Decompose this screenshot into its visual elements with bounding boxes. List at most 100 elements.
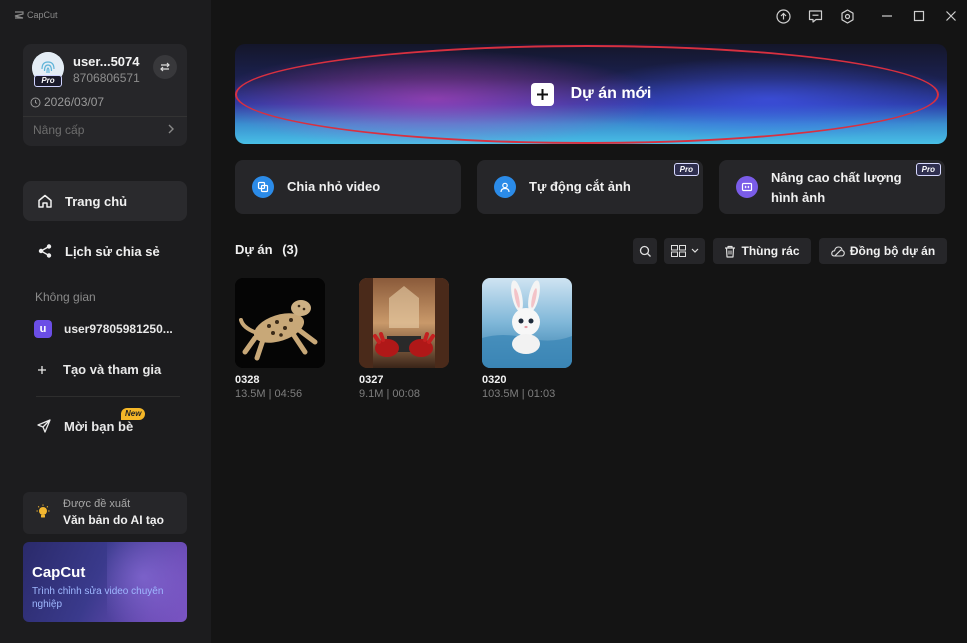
suggest-small-text: Được đề xuất: [63, 498, 131, 510]
white-rabbit-thumbnail-image: [482, 278, 572, 368]
user-space-item[interactable]: u user97805981250...: [34, 318, 194, 340]
project-thumbnail[interactable]: [482, 278, 572, 368]
home-icon: [38, 194, 52, 208]
username: user...5074: [73, 54, 140, 69]
space-section-label: Không gian: [35, 290, 96, 304]
project-meta: 103.5M | 01:03: [482, 388, 556, 400]
nav-home-label: Trang chủ: [65, 193, 128, 209]
auto-cutout-button[interactable]: Tự động cắt ảnh Pro: [477, 160, 703, 214]
project-name: 0328: [235, 374, 260, 386]
pro-badge: Pro: [34, 75, 62, 87]
upgrade-label: Nâng cấp: [33, 123, 85, 137]
capcut-logo-icon: [14, 11, 24, 19]
grid-view-icon: [670, 245, 686, 257]
create-join-space-button[interactable]: Tạo và tham gia: [36, 362, 161, 377]
plus-icon: [536, 88, 548, 100]
app-logo: CapCut: [14, 10, 58, 20]
clock-icon: [30, 97, 41, 107]
expiry-text: 2026/03/07: [44, 95, 105, 109]
swap-icon: [160, 62, 170, 72]
user-id: 8706806571: [73, 71, 140, 85]
projects-count: (3): [282, 242, 299, 257]
close-button[interactable]: [935, 0, 967, 32]
enhance-quality-icon: [736, 176, 758, 198]
search-button[interactable]: [633, 238, 657, 264]
nav-home[interactable]: Trang chủ: [23, 181, 187, 221]
project-card[interactable]: 0320 103.5M | 01:03: [482, 278, 572, 400]
switch-account-button[interactable]: [153, 55, 177, 79]
feedback-icon: [808, 9, 822, 23]
share-icon: [38, 244, 52, 258]
divider: [36, 396, 180, 397]
projects-title: Dự án: [235, 242, 273, 257]
split-video-button[interactable]: Chia nhỏ video: [235, 160, 461, 214]
sync-label: Đồng bộ dự án: [849, 244, 936, 258]
enhance-quality-button[interactable]: Nâng cao chất lượng hình ảnh Pro: [719, 160, 945, 214]
invite-friends-button[interactable]: Mời bạn bè: [36, 418, 133, 434]
capcut-window: CapCut Pro user...5074 8706806571 2026/0…: [0, 0, 967, 643]
minimize-button[interactable]: [871, 0, 903, 32]
project-name: 0327: [359, 374, 384, 386]
view-toggle-button[interactable]: [664, 238, 705, 264]
space-avatar: u: [34, 320, 52, 338]
project-meta: 13.5M | 04:56: [235, 388, 303, 400]
create-join-label: Tạo và tham gia: [63, 362, 162, 377]
search-icon: [639, 245, 651, 257]
new-project-button[interactable]: Dự án mới: [235, 44, 947, 144]
new-badge: New: [121, 408, 146, 420]
gear-icon: [840, 8, 854, 24]
trash-button[interactable]: Thùng rác: [713, 238, 811, 264]
nav-share-history-label: Lịch sử chia sẻ: [65, 243, 160, 259]
window-controls: [767, 0, 967, 32]
suggested-feature-card[interactable]: Được đề xuất Văn bản do AI tạo: [23, 492, 187, 534]
split-video-label: Chia nhỏ video: [287, 179, 381, 194]
auto-cutout-label: Tự động cắt ảnh: [529, 179, 631, 194]
new-project-label: Dự án mới: [570, 85, 652, 102]
sync-projects-button[interactable]: Đồng bộ dự án: [819, 238, 947, 264]
nav-share-history[interactable]: Lịch sử chia sẻ: [23, 231, 187, 271]
new-project-content: Dự án mới: [235, 44, 947, 144]
pro-badge: Pro: [915, 163, 941, 176]
trash-label: Thùng rác: [741, 244, 800, 258]
split-video-icon: [252, 176, 274, 198]
pro-badge: Pro: [673, 163, 699, 176]
plus-box-icon: [530, 82, 554, 106]
leopard-thumbnail-image: [235, 278, 325, 368]
promo-title: CapCut: [32, 564, 86, 581]
expiry-date: 2026/03/07: [30, 95, 104, 109]
enhance-quality-label: Nâng cao chất lượng hình ảnh: [771, 170, 902, 205]
cloud-sync-icon: [831, 245, 845, 257]
promo-banner[interactable]: CapCut Trình chỉnh sửa video chuyên nghi…: [23, 542, 187, 622]
project-thumbnail[interactable]: [359, 278, 449, 368]
upgrade-row[interactable]: Nâng cấp: [23, 116, 187, 141]
plus-icon: [38, 365, 46, 374]
chevron-right-icon: [168, 124, 174, 134]
suggest-title: Văn bản do AI tạo: [63, 513, 164, 527]
send-icon: [37, 419, 51, 433]
project-thumbnail[interactable]: [235, 278, 325, 368]
project-card[interactable]: 0328 13.5M | 04:56: [235, 278, 325, 400]
projects-heading: Dự án (3): [235, 242, 298, 257]
project-card[interactable]: 0327 9.1M | 00:08: [359, 278, 449, 400]
app-name: CapCut: [27, 10, 58, 20]
maximize-icon: [913, 10, 925, 22]
user-card[interactable]: Pro user...5074 8706806571 2026/03/07 Nâ…: [23, 44, 187, 146]
sidebar: CapCut Pro user...5074 8706806571 2026/0…: [0, 0, 211, 643]
invite-label: Mời bạn bè: [64, 418, 134, 434]
main-content: Dự án mới Chia nhỏ video Tự động cắt ảnh: [211, 0, 967, 643]
trash-icon: [725, 245, 736, 258]
red-gloves-thumbnail-image: [359, 278, 449, 368]
settings-button[interactable]: [831, 0, 863, 32]
chevron-down-icon: [691, 248, 698, 253]
auto-cutout-icon: [494, 176, 516, 198]
project-name: 0320: [482, 374, 507, 386]
close-icon: [946, 11, 956, 21]
upload-button[interactable]: [767, 0, 799, 32]
project-meta: 9.1M | 00:08: [359, 388, 420, 400]
maximize-button[interactable]: [903, 0, 935, 32]
upload-icon: [775, 8, 791, 24]
minimize-icon: [882, 15, 892, 17]
promo-subtitle: Trình chỉnh sửa video chuyên nghiệp: [32, 586, 164, 610]
space-name: user97805981250...: [64, 322, 173, 336]
feedback-button[interactable]: [799, 0, 831, 32]
